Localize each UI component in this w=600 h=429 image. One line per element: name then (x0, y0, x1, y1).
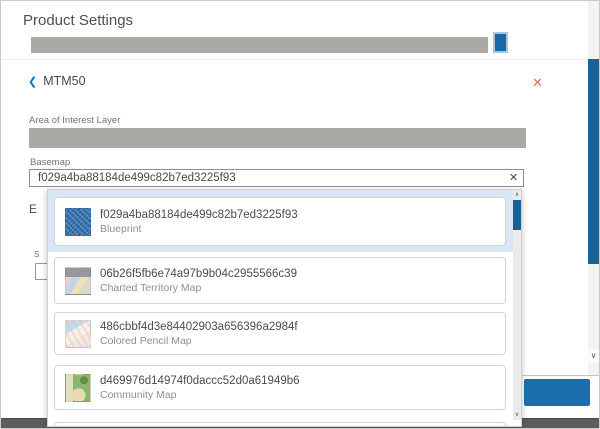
product-selector-bar[interactable] (31, 37, 488, 53)
basemap-option-id: d469976d14974f0daccc52d0a61949b6 (100, 375, 300, 387)
basemap-option-name: Charted Territory Map (100, 282, 297, 294)
basemap-label: Basemap (30, 157, 70, 168)
area-of-interest-input[interactable] (29, 128, 526, 148)
basemap-dropdown-list: f029a4ba88184de499c82b7ed3225f93 Bluepri… (47, 189, 522, 427)
dropdown-scrollbar-thumb[interactable] (513, 200, 521, 230)
clear-input-icon[interactable]: ✕ (509, 171, 518, 184)
basemap-option-colored-pencil[interactable]: 486cbbf4d3e84402903a656396a2984f Colored… (54, 312, 506, 355)
dropdown-scrollbar[interactable]: ∧ ∨ (513, 190, 521, 420)
page-scroll-down-icon[interactable]: ∨ (588, 349, 599, 363)
basemap-option-charted-territory[interactable]: 06b26f5fb6e74a97b9b04c2955566c39 Charted… (54, 257, 506, 304)
basemap-option-partial[interactable] (54, 422, 506, 427)
basemap-option-id: f029a4ba88184de499c82b7ed3225f93 (100, 209, 298, 221)
basemap-option-community[interactable]: d469976d14974f0daccc52d0a61949b6 Communi… (54, 365, 506, 410)
basemap-option-name: Blueprint (100, 223, 298, 235)
basemap-option-name: Colored Pencil Map (100, 335, 298, 347)
scroll-down-icon[interactable]: ∨ (513, 410, 521, 420)
colored-pencil-thumbnail (65, 320, 91, 348)
scroll-up-icon[interactable]: ∧ (513, 190, 521, 200)
area-of-interest-label: Area of Interest Layer (29, 115, 120, 126)
back-label: MTM50 (43, 74, 85, 88)
basemap-input[interactable] (29, 169, 524, 187)
community-thumbnail (65, 374, 91, 402)
blueprint-thumbnail (65, 208, 91, 236)
page-scrollbar[interactable]: ∨ (588, 1, 599, 375)
close-icon[interactable]: ✕ (532, 75, 543, 91)
charted-territory-thumbnail (65, 267, 91, 295)
page-title: Product Settings (23, 12, 133, 29)
content-bottom-border (522, 375, 599, 376)
back-chevron-icon: ❮ (28, 75, 37, 88)
basemap-option-blueprint[interactable]: f029a4ba88184de499c82b7ed3225f93 Bluepri… (54, 197, 506, 246)
product-selector-handle[interactable] (493, 32, 508, 53)
hidden-label-fragment: S (34, 250, 39, 259)
basemap-option-id: 486cbbf4d3e84402903a656396a2984f (100, 321, 298, 333)
back-button[interactable]: ❮ MTM50 (28, 74, 86, 88)
primary-action-button[interactable] (524, 379, 590, 406)
basemap-option-name: Community Map (100, 389, 300, 401)
page-scrollbar-thumb[interactable] (588, 59, 599, 264)
hidden-extent-label-fragment: E (29, 202, 37, 216)
product-settings-dialog: Product Settings ❮ MTM50 ✕ Area of Inter… (0, 0, 600, 429)
basemap-option-id: 06b26f5fb6e74a97b9b04c2955566c39 (100, 268, 297, 280)
header-divider (2, 59, 587, 60)
